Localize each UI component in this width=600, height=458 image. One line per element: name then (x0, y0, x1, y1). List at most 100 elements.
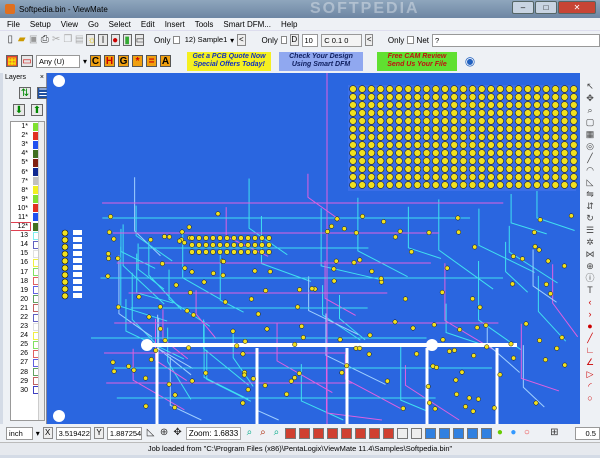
star-icon[interactable]: * (132, 55, 144, 67)
close-button[interactable]: ✕ (558, 1, 596, 14)
dot-icon[interactable]: ● (587, 321, 592, 332)
step-value-field[interactable]: 0.5 (574, 426, 600, 440)
crosshair-icon[interactable]: ⊕ (159, 427, 169, 439)
delete-icon[interactable] (410, 427, 422, 439)
save-icon[interactable]: ▣ (29, 34, 37, 46)
grid-red-icon[interactable] (284, 427, 296, 439)
filter-select[interactable]: Any (U) (36, 54, 80, 68)
line-icon[interactable]: ╱ (587, 153, 592, 164)
angle-measure-icon[interactable]: ◺ (145, 427, 155, 439)
arrow-left-icon[interactable] (312, 427, 324, 439)
origin-icon[interactable]: ✥ (172, 427, 182, 439)
net-view-icon-5[interactable] (480, 427, 492, 439)
menu-view[interactable]: View (61, 20, 78, 29)
step-icon-2[interactable] (382, 427, 394, 439)
grid-red-icon-2[interactable] (298, 427, 310, 439)
prev-dcode-button[interactable]: < (365, 34, 374, 46)
letter-h-icon[interactable]: H (104, 55, 116, 67)
menu-tools[interactable]: Tools (195, 20, 214, 29)
rotate-icon[interactable]: ↻ (586, 213, 594, 224)
pan-icon[interactable]: ✥ (586, 93, 594, 104)
move-up-icon[interactable]: ⬆ (31, 104, 43, 116)
menu-file[interactable]: File (7, 20, 20, 29)
layer-stack-icon[interactable]: ⇅ (19, 87, 31, 99)
circle-icon[interactable]: ○ (587, 393, 592, 404)
close-panel-button[interactable]: × (40, 74, 44, 81)
menu-select[interactable]: Select (109, 20, 131, 29)
layer-scrollbar[interactable] (38, 122, 44, 420)
highlight-icon[interactable]: ☼ (86, 34, 96, 46)
menu-go[interactable]: Go (88, 20, 99, 29)
chevron-right-icon[interactable]: › (589, 309, 592, 320)
grid-icon[interactable]: ▦ (586, 129, 595, 140)
polygon-icon[interactable]: ▷ (587, 369, 594, 380)
layer-select[interactable]: 12) Sample1up.cln (183, 34, 227, 47)
prev-layer-button[interactable]: < (237, 34, 246, 46)
net-icon[interactable]: ⋈ (586, 249, 595, 260)
corner-icon[interactable]: ∟ (586, 345, 595, 356)
angle-icon[interactable]: ∠ (586, 357, 594, 368)
net-view-icon-4[interactable] (466, 427, 478, 439)
maximize-button[interactable]: □ (535, 1, 557, 14)
bulb-blue-icon[interactable]: ● (508, 427, 518, 439)
arc-draw-icon[interactable]: ◜ (588, 381, 592, 392)
edit-icon[interactable] (396, 427, 408, 439)
cam-review-ad[interactable]: Free CAM Review Send Us Your File (377, 51, 458, 71)
arrow-right-icon[interactable] (326, 427, 338, 439)
report-icon[interactable]: ▭ (134, 34, 144, 46)
chevron-left-icon[interactable]: ‹ (589, 297, 592, 308)
arrow-down-icon[interactable] (340, 427, 352, 439)
draw-line-icon[interactable]: ╱ (587, 333, 592, 344)
menu-edit[interactable]: Edit (141, 20, 155, 29)
table-icon[interactable]: ⊞ (549, 427, 559, 439)
net-select[interactable]: ? (432, 33, 600, 47)
bulb-red-icon[interactable]: ○ (522, 427, 532, 439)
pad-icon[interactable]: ◎ (586, 141, 594, 152)
move-down-icon[interactable]: ⬇ (13, 104, 25, 116)
net-view-icon-2[interactable] (438, 427, 450, 439)
pointer-icon[interactable]: ↖ (586, 81, 594, 92)
menu-help[interactable]: Help (281, 20, 297, 29)
x-coordinate-field[interactable]: 3.519422 (55, 426, 92, 440)
paste-icon[interactable]: ▤ (75, 34, 83, 46)
mirror-icon[interactable]: ⇵ (586, 201, 594, 212)
pcb-quote-ad[interactable]: Get a PCB Quote Now Special Offers Today! (187, 51, 272, 71)
text-icon[interactable]: T (587, 285, 593, 296)
arrow-up-icon[interactable] (354, 427, 366, 439)
open-folder-icon[interactable]: ▰ (17, 34, 26, 46)
smart-dfm-ad[interactable]: Check Your Design Using Smart DFM (279, 51, 364, 71)
zoom-icon[interactable]: ⌕ (587, 105, 592, 116)
drill-icon[interactable]: ⊕ (586, 261, 594, 272)
pcb-canvas[interactable] (47, 73, 580, 424)
letter-a-icon[interactable]: A (160, 55, 172, 67)
copy-icon[interactable]: ❐ (63, 34, 71, 46)
measure-icon[interactable]: Ĭ (98, 34, 108, 46)
letter-c-icon[interactable]: C (90, 55, 102, 67)
layers-icon[interactable]: ☰ (586, 225, 594, 236)
triangle-icon[interactable]: ◺ (587, 177, 594, 188)
new-file-icon[interactable]: ▯ (6, 34, 14, 46)
only-checkbox-3[interactable] (407, 36, 414, 44)
eye-icon[interactable]: ◉ (464, 55, 476, 67)
print-icon[interactable]: ⎙ (40, 34, 49, 46)
chevron-down-icon[interactable]: ▾ (230, 36, 234, 45)
menu-insert[interactable]: Insert (165, 20, 185, 29)
gear-icon[interactable]: ✲ (586, 237, 594, 248)
d-code-button[interactable]: D (290, 34, 299, 46)
menu-smart-dfm[interactable]: Smart DFM... (223, 20, 271, 29)
chevron-down-icon[interactable]: ▾ (83, 57, 87, 66)
zoom-box-icon[interactable]: ⌕ (258, 427, 268, 439)
zoom-fit-icon[interactable]: ⌕ (271, 427, 281, 439)
d-code-field[interactable]: 10 (301, 33, 319, 47)
arc-icon[interactable]: ◠ (586, 165, 594, 176)
minimize-button[interactable]: – (512, 1, 534, 14)
only-checkbox[interactable] (173, 36, 180, 44)
box-icon[interactable]: ▢ (586, 117, 595, 128)
units-select[interactable]: inch (6, 426, 33, 440)
equals-icon[interactable]: = (146, 55, 158, 67)
flip-icon[interactable]: ⇋ (586, 189, 594, 200)
info-icon[interactable]: ⓘ (585, 273, 594, 284)
letter-g-icon[interactable]: G (118, 55, 130, 67)
net-view-icon[interactable] (424, 427, 436, 439)
bulb-green-icon[interactable]: ● (495, 427, 505, 439)
